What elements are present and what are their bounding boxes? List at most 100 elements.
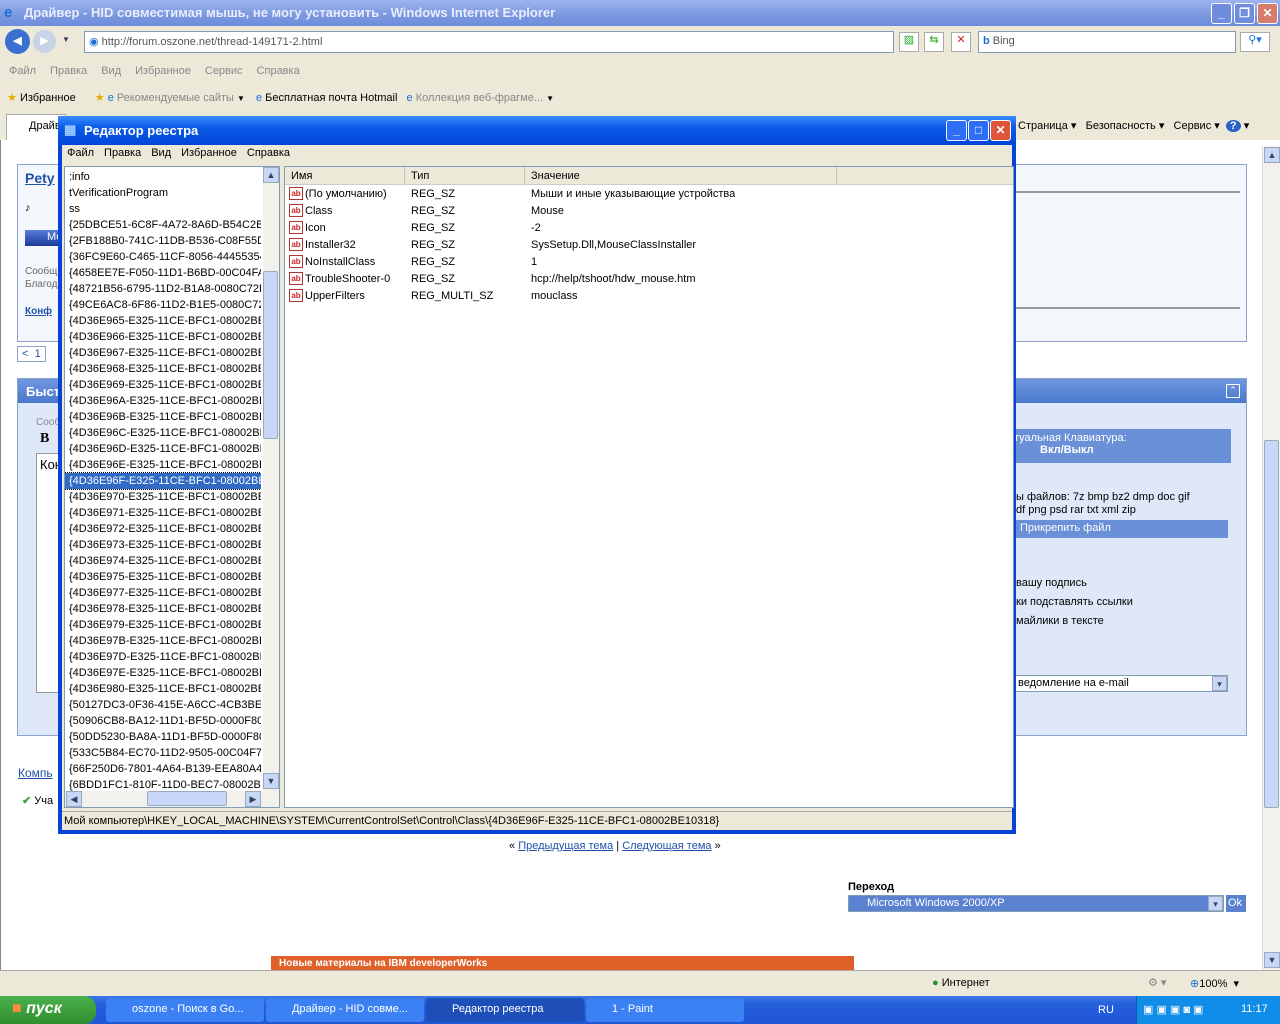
menu-help[interactable]: Справка (257, 65, 300, 77)
tree-node[interactable]: {4D36E978-E325-11CE-BFC1-08002BE10 (65, 601, 261, 617)
user-link[interactable]: Pety (25, 170, 55, 186)
favorites-button[interactable]: Избранное (20, 92, 76, 104)
tree-node[interactable]: {533C5B84-EC70-11D2-9505-00C04F79 (65, 745, 261, 761)
reg-menu-view[interactable]: Вид (151, 147, 171, 159)
fav-web-slices[interactable]: Коллекция веб-фрагме... (416, 92, 543, 104)
tree-node[interactable]: {50DD5230-BA8A-11D1-BF5D-0000F805 (65, 729, 261, 745)
stop-button[interactable]: ✕ (951, 32, 971, 52)
tree-scroll-down[interactable]: ▼ (263, 773, 279, 789)
tree-node[interactable]: {4D36E96E-E325-11CE-BFC1-08002BE10 (65, 457, 261, 473)
tree-node[interactable]: {4D36E97E-E325-11CE-BFC1-08002BE10 (65, 665, 261, 681)
tree-node[interactable]: {4D36E979-E325-11CE-BFC1-08002BE10 (65, 617, 261, 633)
tree-node[interactable]: tVerificationProgram (65, 185, 261, 201)
regedit-close-button[interactable]: ✕ (990, 120, 1011, 141)
tree-node[interactable]: {4D36E977-E325-11CE-BFC1-08002BE10 (65, 585, 261, 601)
tree-node[interactable]: {50906CB8-BA12-11D1-BF5D-0000F805 (65, 713, 261, 729)
col-type[interactable]: Тип (405, 167, 525, 184)
fav-suggested-sites[interactable]: Рекомендуемые сайты (117, 92, 234, 104)
tree-node[interactable]: {4D36E980-E325-11CE-BFC1-08002BE10 (65, 681, 261, 697)
start-button[interactable]: ■ пуск (0, 996, 96, 1024)
tree-scroll-thumb[interactable] (263, 271, 278, 439)
compat-view-icon[interactable]: ▨ (899, 32, 919, 52)
tab-active[interactable]: Драйв (6, 114, 66, 140)
tree-node[interactable]: {4D36E96F-E325-11CE-BFC1-08002BE10 (65, 472, 261, 490)
value-row[interactable]: ab UpperFilters REG_MULTI_SZ mouclass (285, 287, 1013, 304)
menu-view[interactable]: Вид (101, 65, 121, 77)
tree-node[interactable]: {4D36E96D-E325-11CE-BFC1-08002BE1 (65, 441, 261, 457)
collapse-icon[interactable]: ⌃ (1226, 384, 1240, 398)
tree-node[interactable]: {4D36E972-E325-11CE-BFC1-08002BE10 (65, 521, 261, 537)
fav-hotmail[interactable]: Бесплатная почта Hotmail (265, 92, 397, 104)
search-input[interactable]: b Bing (978, 31, 1236, 53)
value-row[interactable]: ab (По умолчанию) REG_SZ Мыши и иные указыв… (285, 185, 1013, 202)
tree-node[interactable]: {4D36E967-E325-11CE-BFC1-08002BE10 (65, 345, 261, 361)
value-row[interactable]: ab NoInstallClass REG_SZ 1 (285, 253, 1013, 270)
tree-node[interactable]: ss (65, 201, 261, 217)
vk-toggle[interactable]: Вкл/Выкл (1014, 444, 1231, 456)
tree-vscrollbar[interactable]: ▲ ▼ (263, 167, 279, 791)
scroll-down-button[interactable]: ▼ (1264, 952, 1280, 968)
page-scrollbar[interactable]: ▲ ▼ (1262, 146, 1280, 970)
regedit-minimize-button[interactable]: _ (946, 120, 967, 141)
tree-node[interactable]: {4D36E97D-E325-11CE-BFC1-08002BE1 (65, 649, 261, 665)
tray-icons[interactable]: ▣ ▣ ▣ ◙ ▣ (1143, 1004, 1203, 1016)
tree-node[interactable]: {4D36E96B-E325-11CE-BFC1-08002BE10 (65, 409, 261, 425)
tree-hscrollbar[interactable]: ◀ ▶ (65, 791, 279, 807)
back-button[interactable]: ◀ (5, 29, 30, 54)
col-data[interactable]: Значение (525, 167, 837, 184)
menu-favorites[interactable]: Избранное (135, 65, 191, 77)
next-thread-link[interactable]: Следующая тема (622, 840, 711, 852)
tree-node[interactable]: {2FB188B0-741C-11DB-B536-C08F55D8 (65, 233, 261, 249)
tree-scroll-up[interactable]: ▲ (263, 167, 279, 183)
protected-mode-icon[interactable]: ⚙ ▾ (1148, 976, 1166, 989)
regedit-maximize-button[interactable]: □ (968, 120, 989, 141)
value-row[interactable]: ab TroubleShooter-0 REG_SZ hcp://help/tshoo… (285, 270, 1013, 287)
attach-file-button[interactable]: Прикрепить файл (1014, 520, 1228, 538)
pager-prev[interactable]: < (22, 348, 28, 360)
scroll-thumb[interactable] (1264, 440, 1279, 808)
add-favorite-icon[interactable]: ★ (95, 92, 105, 104)
value-row[interactable]: ab Class REG_SZ Mouse (285, 202, 1013, 219)
col-name[interactable]: Имя (285, 167, 405, 184)
tree-scroll-left[interactable]: ◀ (66, 791, 82, 807)
ibm-banner[interactable]: Новые материалы на IBM developerWorks (271, 956, 854, 970)
tree-node[interactable]: {4D36E971-E325-11CE-BFC1-08002BE10 (65, 505, 261, 521)
taskbar-button[interactable]: oszone - Поиск в Go... (106, 998, 264, 1022)
tree-node[interactable]: {4D36E975-E325-11CE-BFC1-08002BE10 (65, 569, 261, 585)
taskbar-button[interactable]: Драйвер - HID совме... (266, 998, 424, 1022)
forward-button[interactable]: ▶ (33, 30, 56, 53)
taskbar-button[interactable]: Редактор реестра (426, 998, 584, 1022)
tree-node[interactable]: {48721B56-6795-11D2-B1A8-0080C72E (65, 281, 261, 297)
prev-thread-link[interactable]: Предыдущая тема (518, 840, 613, 852)
reg-menu-favorites[interactable]: Избранное (181, 147, 237, 159)
ie-minimize-button[interactable]: _ (1211, 3, 1232, 24)
tree-scroll-right[interactable]: ▶ (245, 791, 261, 807)
menu-tools[interactable]: Сервис (205, 65, 243, 77)
tree-node[interactable]: {4D36E973-E325-11CE-BFC1-08002BE10 (65, 537, 261, 553)
address-input[interactable]: ◉ http://forum.oszone.net/thread-149171-… (84, 31, 894, 53)
tree-node[interactable]: {36FC9E60-C465-11CF-8056-444553540 (65, 249, 261, 265)
history-dropdown-icon[interactable]: ▼ (62, 35, 70, 44)
tree-node[interactable]: {4D36E965-E325-11CE-BFC1-08002BE10 (65, 313, 261, 329)
tree-node[interactable]: {4D36E97B-E325-11CE-BFC1-08002BE10 (65, 633, 261, 649)
tree-node[interactable]: {4D36E96C-E325-11CE-BFC1-08002BE1 (65, 425, 261, 441)
tree-hscroll-thumb[interactable] (147, 791, 227, 806)
tree-node[interactable]: {49CE6AC8-6F86-11D2-B1E5-0080C72E (65, 297, 261, 313)
tree-node[interactable]: :info (65, 169, 261, 185)
cmd-safety[interactable]: Безопасность ▾ (1086, 120, 1165, 132)
ie-close-button[interactable]: ✕ (1257, 3, 1278, 24)
reg-menu-help[interactable]: Справка (247, 147, 290, 159)
scroll-up-button[interactable]: ▲ (1264, 147, 1280, 163)
value-row[interactable]: ab Installer32 REG_SZ SysSetup.Dll,MouseCla… (285, 236, 1013, 253)
tree-node[interactable]: {4D36E968-E325-11CE-BFC1-08002BE10 (65, 361, 261, 377)
zoom-control[interactable]: ⊕100% ▾ (1190, 977, 1239, 990)
tree-node[interactable]: {4D36E96A-E325-11CE-BFC1-08002BE1 (65, 393, 261, 409)
search-button[interactable]: ⚲▾ (1240, 32, 1270, 52)
reg-menu-file[interactable]: Файл (67, 147, 94, 159)
goto-select[interactable]: Microsoft Windows 2000/XP ▾ (848, 895, 1224, 912)
value-row[interactable]: ab Icon REG_SZ -2 (285, 219, 1013, 236)
refresh-button[interactable]: ⇆ (924, 32, 944, 52)
cmd-tools[interactable]: Сервис ▾ (1174, 120, 1220, 132)
bold-button[interactable]: B (40, 431, 49, 447)
values-list[interactable]: Имя Тип Значение ab (По умолчанию) REG_SZ М… (284, 166, 1014, 808)
